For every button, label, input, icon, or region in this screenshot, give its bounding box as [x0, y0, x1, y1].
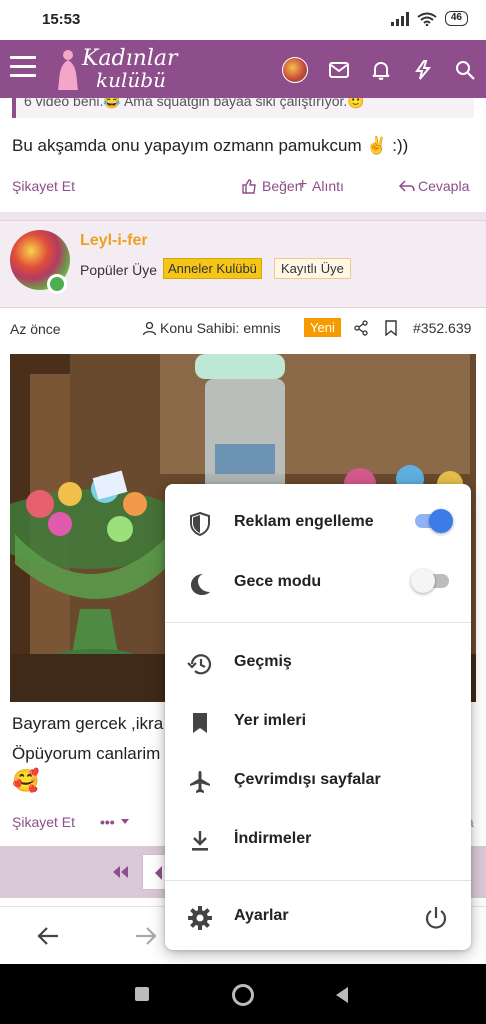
- first-page-icon[interactable]: [110, 865, 130, 879]
- moon-icon: [191, 574, 210, 595]
- post-text-line1: Bayram gercek ,ikra: [12, 714, 164, 733]
- post-number[interactable]: #352.639: [413, 320, 471, 336]
- history-icon: [187, 654, 212, 675]
- menu-divider-2: [165, 880, 471, 881]
- user-role: Popüler Üye: [80, 262, 158, 278]
- post-emoji: 🥰: [12, 768, 40, 793]
- post-text-line2: Öpüyorum canlarim: [12, 744, 161, 763]
- menu-item-offline-pages[interactable]: Çevrimdışı sayfalar: [165, 752, 471, 810]
- battery-indicator: 46: [444, 11, 468, 26]
- like-icon[interactable]: [241, 178, 257, 194]
- menu-label-offline-pages: Çevrimdışı sayfalar: [234, 771, 381, 788]
- menu-item-history[interactable]: Geçmiş: [165, 634, 471, 692]
- more-options-button[interactable]: •••: [100, 814, 115, 830]
- quote-plus-icon[interactable]: +: [298, 176, 307, 194]
- menu-item-downloads[interactable]: İndirmeler: [165, 811, 471, 869]
- post-time[interactable]: Az önce: [10, 321, 61, 337]
- search-icon[interactable]: [454, 59, 476, 81]
- menu-divider-1: [165, 622, 471, 623]
- post-report-link[interactable]: Şikayet Et: [12, 814, 75, 830]
- airplane-icon: [190, 771, 210, 793]
- registered-badge: Kayıtlı Üye: [274, 258, 351, 279]
- night-mode-toggle[interactable]: [411, 569, 449, 593]
- chevron-down-icon[interactable]: [120, 818, 130, 826]
- menu-label-ad-block: Reklam engelleme: [234, 513, 374, 530]
- menu-hamburger-icon[interactable]: [10, 56, 36, 80]
- logo-text-2: kulübü: [96, 68, 166, 92]
- bookmark-icon: [193, 713, 207, 733]
- system-nav-bar: [0, 964, 486, 1024]
- logo-figure-icon: [58, 50, 78, 90]
- menu-item-night-mode[interactable]: Gece modu: [165, 554, 471, 612]
- browser-menu: Reklam engelleme Gece modu Geçmiş Yer im…: [165, 484, 471, 950]
- forward-arrow-icon[interactable]: [134, 925, 158, 947]
- club-badge: Anneler Kulübü: [163, 258, 262, 279]
- bookmark-icon[interactable]: [384, 320, 398, 336]
- menu-label-night-mode: Gece modu: [234, 573, 322, 590]
- menu-item-settings[interactable]: Ayarlar: [165, 888, 471, 946]
- status-bar: 15:53 46: [0, 0, 486, 40]
- status-icons: 46: [390, 11, 468, 26]
- wifi-icon: [417, 12, 437, 26]
- quote-button[interactable]: Alıntı: [312, 178, 344, 194]
- lightning-icon[interactable]: [412, 59, 434, 81]
- signal-icon: [390, 11, 409, 26]
- bell-icon[interactable]: [370, 59, 392, 81]
- ad-block-toggle[interactable]: [415, 509, 453, 533]
- online-status-icon: [47, 274, 67, 294]
- menu-label-history: Geçmiş: [234, 653, 292, 670]
- previous-post-text: Bu akşamda onu yapayım ozmann pamukcum ✌…: [12, 136, 409, 155]
- post-meta-row: Az önce Konu Sahibi: emnis Yeni #352.639: [0, 312, 486, 344]
- menu-item-ad-block[interactable]: Reklam engelleme: [165, 494, 471, 552]
- share-icon[interactable]: [353, 320, 369, 336]
- status-time: 15:53: [42, 11, 81, 28]
- report-link[interactable]: Şikayet Et: [12, 178, 75, 194]
- post-divider: [0, 212, 486, 220]
- new-badge: Yeni: [304, 318, 341, 337]
- home-icon[interactable]: [232, 984, 254, 1006]
- menu-label-settings: Ayarlar: [234, 907, 289, 924]
- menu-label-downloads: İndirmeler: [234, 830, 312, 847]
- shield-icon: [190, 511, 210, 537]
- mail-icon[interactable]: [328, 59, 350, 81]
- reply-button[interactable]: Cevapla: [418, 178, 469, 194]
- menu-label-bookmarks: Yer imleri: [234, 712, 307, 729]
- like-button[interactable]: Beğen: [262, 178, 302, 194]
- power-icon[interactable]: [423, 905, 449, 931]
- thread-owner: Konu Sahibi: emnis: [160, 320, 281, 336]
- quote-block: 6 video beni.😂 Ama squatgin bayaa siki ç…: [12, 98, 474, 118]
- download-icon: [192, 831, 208, 851]
- user-icon: [142, 321, 157, 336]
- profile-avatar[interactable]: [282, 57, 308, 83]
- reply-icon[interactable]: [398, 179, 416, 193]
- post-username[interactable]: Leyl-i-fer: [80, 232, 148, 250]
- site-logo[interactable]: Kadınlar kulübü: [52, 44, 182, 94]
- menu-item-bookmarks[interactable]: Yer imleri: [165, 693, 471, 751]
- recents-icon[interactable]: [135, 987, 149, 1001]
- back-icon[interactable]: [334, 986, 350, 1004]
- back-arrow-icon[interactable]: [36, 925, 60, 947]
- gear-icon: [188, 906, 212, 930]
